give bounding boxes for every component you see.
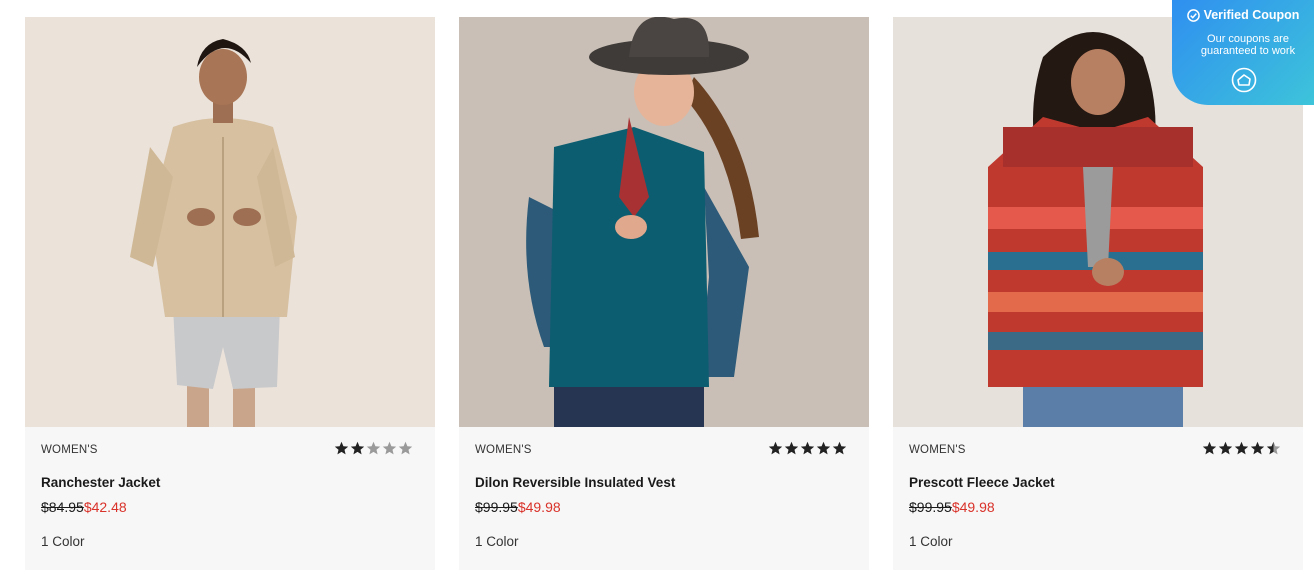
product-image[interactable] — [25, 17, 435, 427]
star-filled-icon — [1234, 441, 1249, 455]
coupon-title-row: Verified Coupon — [1172, 8, 1314, 22]
star-filled-icon — [350, 441, 365, 455]
product-name-link[interactable]: Dilon Reversible Insulated Vest — [475, 475, 675, 490]
product-grid: WOMEN'S Ranchester Jacket $84.95$42.48 1… — [25, 17, 1303, 570]
star-filled-icon — [1250, 441, 1265, 455]
star-filled-icon — [784, 441, 799, 455]
star-filled-icon — [768, 441, 783, 455]
sale-price: $42.48 — [83, 499, 127, 515]
star-filled-icon — [334, 441, 349, 455]
color-count[interactable]: 1 Color — [41, 534, 85, 549]
star-half-icon — [1266, 441, 1281, 455]
house-logo-icon — [1231, 67, 1257, 93]
original-price: $99.95 — [909, 499, 952, 515]
star-filled-icon — [832, 441, 847, 455]
price: $99.95$49.98 — [909, 499, 995, 515]
star-filled-icon — [1202, 441, 1217, 455]
sale-price: $49.98 — [951, 499, 995, 515]
star-filled-icon — [816, 441, 831, 455]
product-name-link[interactable]: Ranchester Jacket — [41, 475, 160, 490]
star-empty-icon — [366, 441, 381, 455]
coupon-title: Verified Coupon — [1203, 8, 1300, 22]
product-category: WOMEN'S — [475, 444, 532, 456]
star-filled-icon — [800, 441, 815, 455]
verified-coupon-badge[interactable]: Verified Coupon Our coupons are guarante… — [1172, 0, 1314, 105]
price: $84.95$42.48 — [41, 499, 127, 515]
check-circle-icon — [1186, 8, 1200, 22]
color-count[interactable]: 1 Color — [909, 534, 953, 549]
product-name-link[interactable]: Prescott Fleece Jacket — [909, 475, 1055, 490]
product-image[interactable] — [459, 17, 869, 427]
product-card[interactable]: WOMEN'S Dilon Reversible Insulated Vest … — [459, 17, 869, 570]
product-category: WOMEN'S — [41, 444, 98, 456]
product-category: WOMEN'S — [909, 444, 966, 456]
original-price: $99.95 — [475, 499, 518, 515]
color-count[interactable]: 1 Color — [475, 534, 519, 549]
sale-price: $49.98 — [517, 499, 561, 515]
star-empty-icon — [382, 441, 397, 455]
rating-stars — [334, 441, 413, 456]
price: $99.95$49.98 — [475, 499, 561, 515]
original-price: $84.95 — [41, 499, 84, 515]
star-empty-icon — [398, 441, 413, 455]
coupon-subtitle: Our coupons are guaranteed to work — [1200, 33, 1296, 57]
rating-stars — [1202, 441, 1281, 456]
rating-stars — [768, 441, 847, 456]
product-card[interactable]: WOMEN'S Ranchester Jacket $84.95$42.48 1… — [25, 17, 435, 570]
star-filled-icon — [1218, 441, 1233, 455]
